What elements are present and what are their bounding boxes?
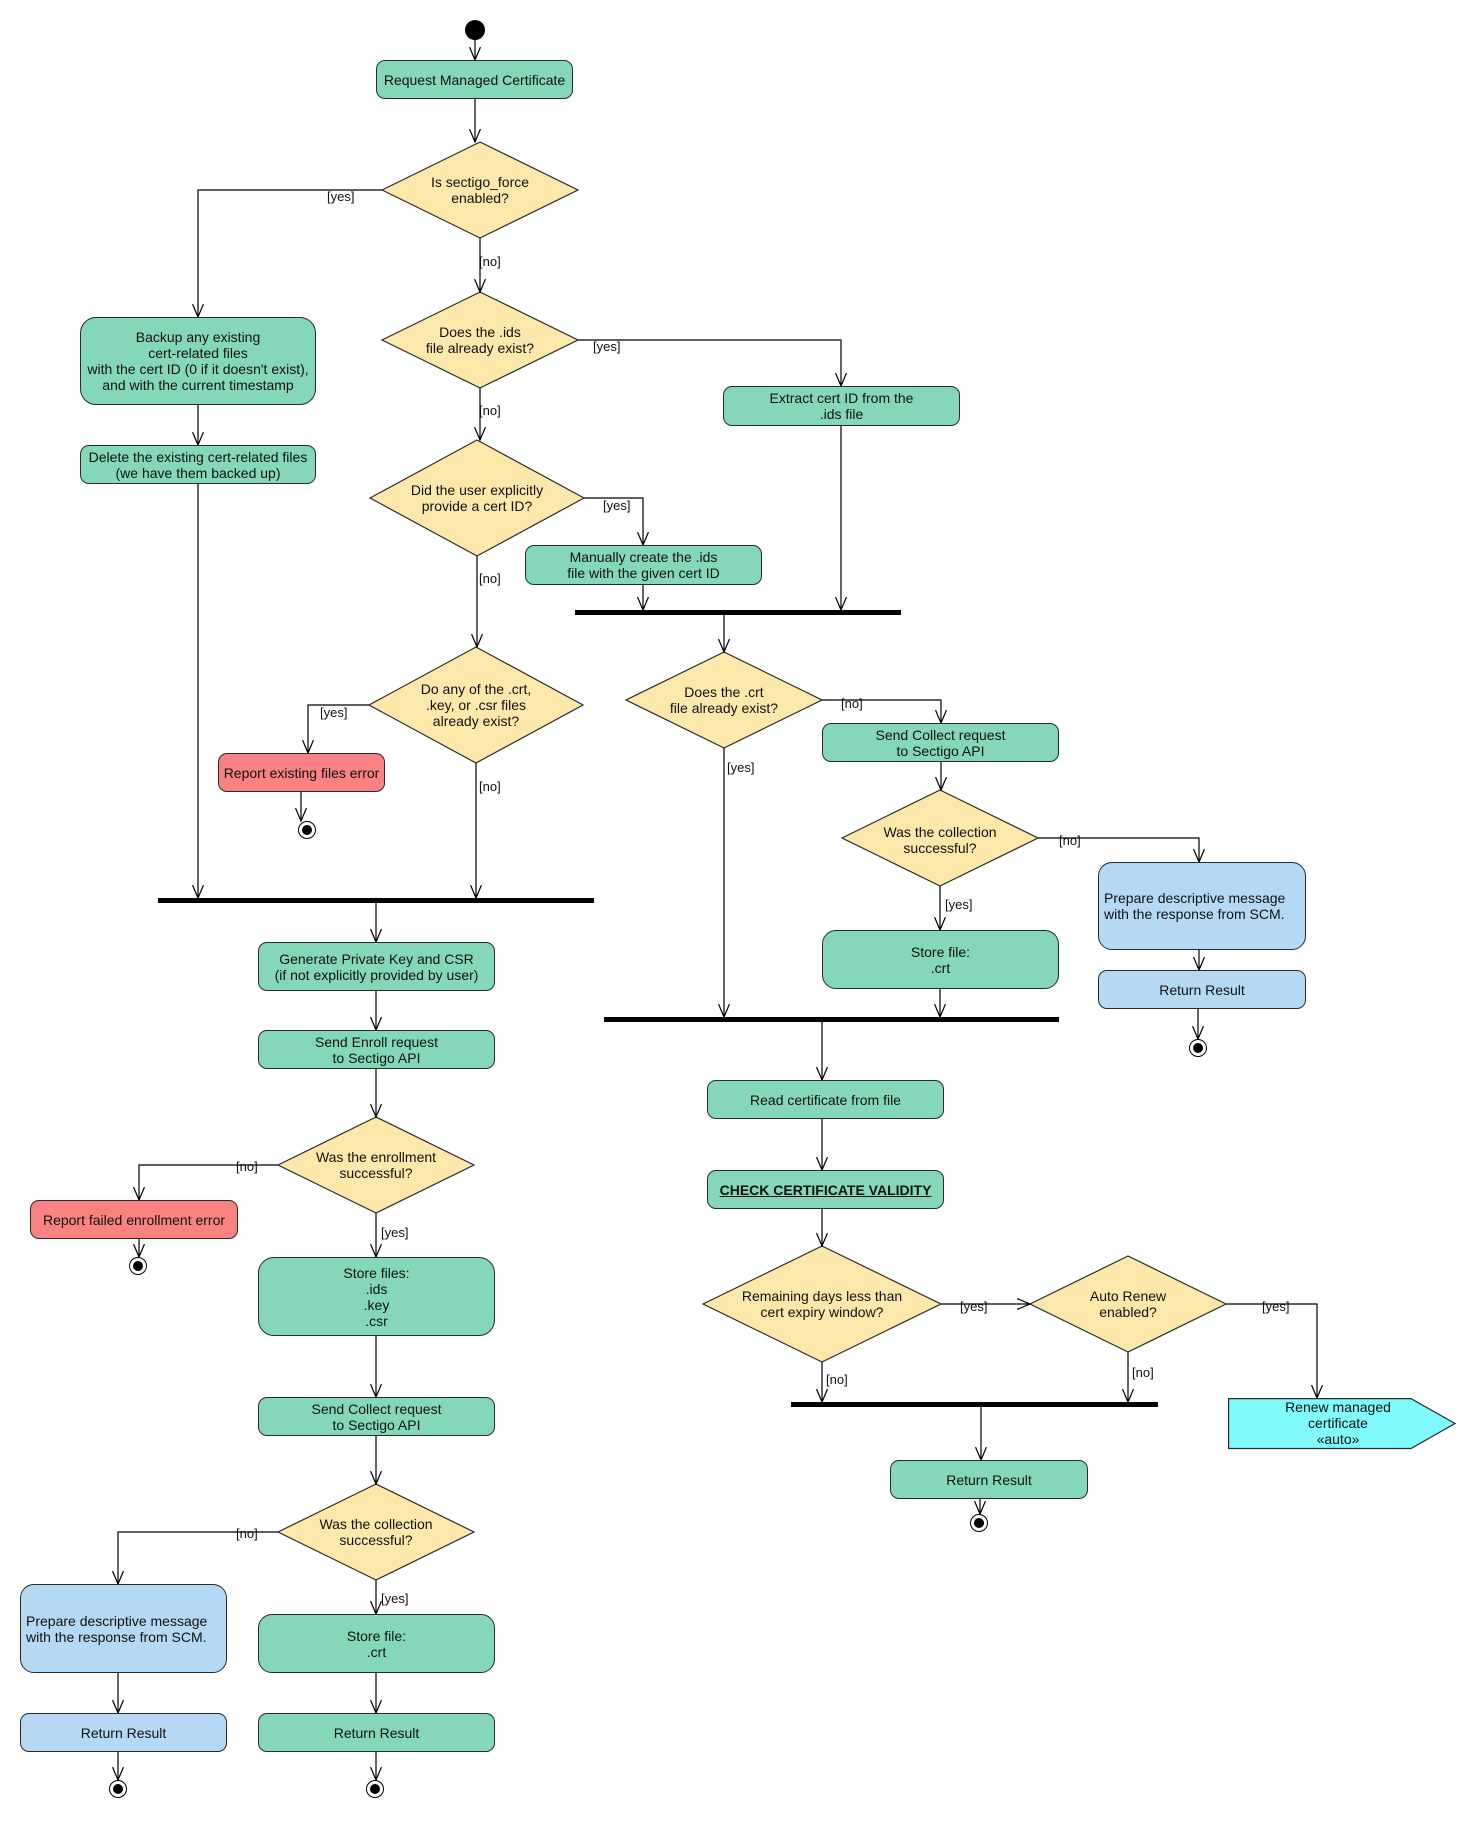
guard-auto-renew-no: [no] [1132, 1365, 1154, 1380]
guard-force-yes: [yes] [327, 189, 355, 204]
guard-enroll-no: [no] [236, 1159, 258, 1174]
action-return-result-left-blue[interactable]: Return Result [20, 1713, 227, 1752]
decision-enroll-text: Was the enrollment successful? [315, 1149, 437, 1181]
final-node-bottom [970, 1514, 988, 1532]
guard-force-no: [no] [479, 254, 501, 269]
guard-collect-right-yes: [yes] [945, 897, 973, 912]
join-bar-ids [575, 610, 901, 615]
action-send-enroll-request[interactable]: Send Enroll request to Sectigo API [258, 1030, 495, 1069]
guard-collect-right-no: [no] [1059, 833, 1081, 848]
action-send-collect-request-right[interactable]: Send Collect request to Sectigo API [822, 723, 1059, 762]
action-store-files[interactable]: Store files: .ids .key .csr [258, 1257, 495, 1336]
guard-enroll-yes: [yes] [381, 1225, 409, 1240]
guard-crt-exist-no: [no] [841, 696, 863, 711]
decision-files-exist-text: Do any of the .crt, .key, or .csr files … [420, 681, 532, 729]
final-node-left-green [366, 1780, 384, 1798]
guard-ids-yes: [yes] [593, 339, 621, 354]
edge-force-yes [197, 189, 382, 317]
decision-auto-renew-text: Auto Renew enabled? [1089, 1288, 1167, 1320]
action-store-crt-left[interactable]: Store file: .crt [258, 1614, 495, 1673]
action-send-collect-request-left[interactable]: Send Collect request to Sectigo API [258, 1397, 495, 1436]
guard-ids-no: [no] [479, 403, 501, 418]
guard-remaining-no: [no] [826, 1372, 848, 1387]
action-request-managed-certificate[interactable]: Request Managed Certificate [376, 60, 573, 99]
action-return-result-right[interactable]: Return Result [1098, 970, 1306, 1009]
check-validity-link[interactable]: CHECK CERTIFICATE VALIDITY [720, 1182, 932, 1198]
decision-user-cert-text: Did the user explicitly provide a cert I… [410, 482, 544, 514]
decision-crt-exist-text: Does the .crt file already exist? [669, 684, 779, 716]
join-bar-left [158, 898, 594, 903]
action-prepare-message-left[interactable]: Prepare descriptive message with the res… [20, 1584, 227, 1673]
action-manual-create-ids[interactable]: Manually create the .ids file with the g… [525, 545, 762, 585]
final-node-existing-files [298, 821, 316, 839]
guard-collect-left-yes: [yes] [381, 1591, 409, 1606]
action-return-result-bottom[interactable]: Return Result [890, 1460, 1088, 1499]
join-bar-bottom [791, 1402, 1158, 1407]
decision-ids-exist-text: Does the .ids file already exist? [425, 324, 535, 356]
action-return-result-left-green[interactable]: Return Result [258, 1713, 495, 1752]
guard-files-exist-no: [no] [479, 779, 501, 794]
final-node-right-blue [1189, 1039, 1207, 1057]
action-backup-files[interactable]: Backup any existing cert-related files w… [80, 317, 316, 405]
decision-collect-left-text: Was the collection successful? [319, 1516, 433, 1548]
action-report-existing-files-error[interactable]: Report existing files error [218, 753, 385, 792]
final-node-enroll-error [129, 1257, 147, 1275]
final-node-left-blue [109, 1780, 127, 1798]
action-report-failed-enrollment[interactable]: Report failed enrollment error [30, 1200, 238, 1239]
guard-files-exist-yes: [yes] [320, 705, 348, 720]
guard-user-cert-no: [no] [479, 571, 501, 586]
decision-force-text: Is sectigo_force enabled? [430, 174, 530, 206]
renew-certificate-label: Renew managed certificate «auto» [1285, 1399, 1391, 1447]
guard-remaining-yes: [yes] [960, 1299, 988, 1314]
join-bar-right [604, 1017, 1059, 1022]
action-store-crt-right[interactable]: Store file: .crt [822, 930, 1059, 989]
action-delete-files[interactable]: Delete the existing cert-related files (… [80, 445, 316, 484]
action-extract-cert-id[interactable]: Extract cert ID from the .ids file [723, 386, 960, 426]
edge-crt-no [822, 699, 942, 723]
guard-crt-exist-yes: [yes] [727, 760, 755, 775]
action-check-certificate-validity[interactable]: CHECK CERTIFICATE VALIDITY [707, 1170, 944, 1209]
guard-auto-renew-yes: [yes] [1262, 1299, 1290, 1314]
action-prepare-message-right[interactable]: Prepare descriptive message with the res… [1098, 862, 1306, 950]
decision-remaining-text: Remaining days less than cert expiry win… [741, 1288, 903, 1320]
initial-node [465, 20, 485, 40]
action-generate-key-csr[interactable]: Generate Private Key and CSR (if not exp… [258, 942, 495, 991]
edge-auto-yes [1226, 1303, 1318, 1398]
guard-collect-left-no: [no] [236, 1526, 258, 1541]
action-read-certificate[interactable]: Read certificate from file [707, 1080, 944, 1119]
decision-collect-right-text: Was the collection successful? [883, 824, 997, 856]
guard-user-cert-yes: [yes] [603, 498, 631, 513]
